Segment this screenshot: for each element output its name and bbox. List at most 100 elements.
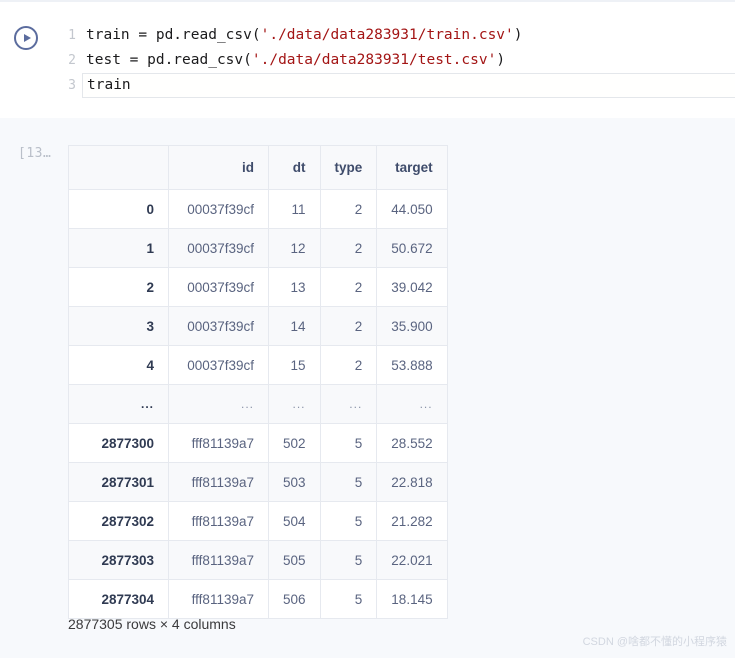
cell-id: fff81139a7 [168,462,269,502]
row-index: 2877303 [68,540,169,580]
table-header-row: id dt type target [68,145,448,190]
code-line-2[interactable]: 2 test = pd.read_csv('./data/data283931/… [56,48,735,73]
code-text: train = pd.read_csv( [86,27,261,43]
cell-target: 22.818 [376,462,448,502]
dataframe-table: id dt type target 0 00037f39cf 11 2 44.0… [68,145,448,619]
column-header-type: type [319,145,378,190]
code-editor[interactable]: 1 train = pd.read_csv('./data/data283931… [56,23,735,98]
table-body: 0 00037f39cf 11 2 44.050 1 00037f39cf 12… [68,189,448,619]
cell-type: 5 [319,501,378,541]
code-line-content-active[interactable]: train [82,73,735,98]
code-text: train [87,77,131,93]
cell-id: 00037f39cf [168,189,269,229]
code-text-suffix: ) [513,27,523,43]
cell-dt: 12 [268,228,321,268]
cell-dt: 506 [268,579,321,619]
cell-target: 28.552 [376,423,448,463]
cell-type-ellipsis: ... [319,384,378,424]
cell-target: 44.050 [376,189,448,229]
code-cell: 1 train = pd.read_csv('./data/data283931… [0,0,735,118]
cell-type: 5 [319,423,378,463]
code-line-content: test = pd.read_csv('./data/data283931/te… [86,48,505,73]
cell-type: 5 [319,462,378,502]
dataframe-shape-footer: 2877305 rows × 4 columns [68,616,236,632]
row-index: 0 [68,189,169,229]
table-head: id dt type target [68,145,448,190]
table-row: 3 00037f39cf 14 2 35.900 [68,306,448,346]
cell-dt: 13 [268,267,321,307]
cell-target: 50.672 [376,228,448,268]
code-text: test = pd.read_csv( [86,52,252,68]
cell-type: 2 [319,267,378,307]
cell-id: 00037f39cf [168,228,269,268]
column-header-target: target [376,145,448,190]
table-row: 4 00037f39cf 15 2 53.888 [68,345,448,385]
cell-dt: 505 [268,540,321,580]
column-header-dt: dt [268,145,321,190]
cell-id: 00037f39cf [168,345,269,385]
row-index: 1 [68,228,169,268]
column-header-id: id [168,145,269,190]
row-index: 4 [68,345,169,385]
code-text-suffix: ) [496,52,506,68]
code-string-literal: './data/data283931/train.csv' [260,27,514,43]
cell-output-area: [13… id dt type target 0 00037f39cf 11 2… [0,118,735,658]
table-row: 2 00037f39cf 13 2 39.042 [68,267,448,307]
cell-dt-ellipsis: ... [268,384,321,424]
output-prompt: [13… [18,146,52,161]
table-row: 2877300 fff81139a7 502 5 28.552 [68,423,448,463]
table-row: 2877304 fff81139a7 506 5 18.145 [68,579,448,619]
cell-dt: 502 [268,423,321,463]
run-cell-button[interactable] [14,26,38,50]
cell-target: 53.888 [376,345,448,385]
line-number: 3 [68,78,76,93]
cell-type: 2 [319,228,378,268]
table-row: 0 00037f39cf 11 2 44.050 [68,189,448,229]
code-line-1[interactable]: 1 train = pd.read_csv('./data/data283931… [56,23,735,48]
cell-dt: 15 [268,345,321,385]
table-row: 1 00037f39cf 12 2 50.672 [68,228,448,268]
cell-target-ellipsis: ... [376,384,448,424]
table-row: 2877301 fff81139a7 503 5 22.818 [68,462,448,502]
play-triangle-icon [23,34,31,42]
code-string-literal: './data/data283931/test.csv' [251,52,497,68]
code-line-content: train = pd.read_csv('./data/data283931/t… [86,23,523,48]
row-index-ellipsis: ... [68,384,169,424]
cell-target: 22.021 [376,540,448,580]
cell-id: 00037f39cf [168,267,269,307]
csdn-watermark: CSDN @啥都不懂的小程序猿 [582,636,727,648]
cell-type: 2 [319,306,378,346]
cell-type: 5 [319,540,378,580]
cell-target: 21.282 [376,501,448,541]
cell-id-ellipsis: ... [168,384,269,424]
table-row: 2877302 fff81139a7 504 5 21.282 [68,501,448,541]
row-index: 3 [68,306,169,346]
cell-target: 35.900 [376,306,448,346]
cell-id: fff81139a7 [168,579,269,619]
line-number: 1 [68,28,76,43]
cell-id: fff81139a7 [168,540,269,580]
cell-dt: 503 [268,462,321,502]
column-header-index [68,145,169,190]
code-line-3[interactable]: 3 train [56,73,735,98]
cell-id: 00037f39cf [168,306,269,346]
cell-type: 2 [319,189,378,229]
cell-type: 2 [319,345,378,385]
cell-dt: 11 [268,189,321,229]
row-index: 2 [68,267,169,307]
cell-target: 39.042 [376,267,448,307]
cell-id: fff81139a7 [168,423,269,463]
row-index: 2877301 [68,462,169,502]
row-index: 2877300 [68,423,169,463]
cell-dt: 14 [268,306,321,346]
cell-target: 18.145 [376,579,448,619]
dataframe-output: id dt type target 0 00037f39cf 11 2 44.0… [68,145,448,619]
cell-type: 5 [319,579,378,619]
cell-dt: 504 [268,501,321,541]
row-index: 2877302 [68,501,169,541]
line-number: 2 [68,53,76,68]
table-row: 2877303 fff81139a7 505 5 22.021 [68,540,448,580]
cell-id: fff81139a7 [168,501,269,541]
row-index: 2877304 [68,579,169,619]
table-row-ellipsis: ... ... ... ... ... [68,384,448,424]
